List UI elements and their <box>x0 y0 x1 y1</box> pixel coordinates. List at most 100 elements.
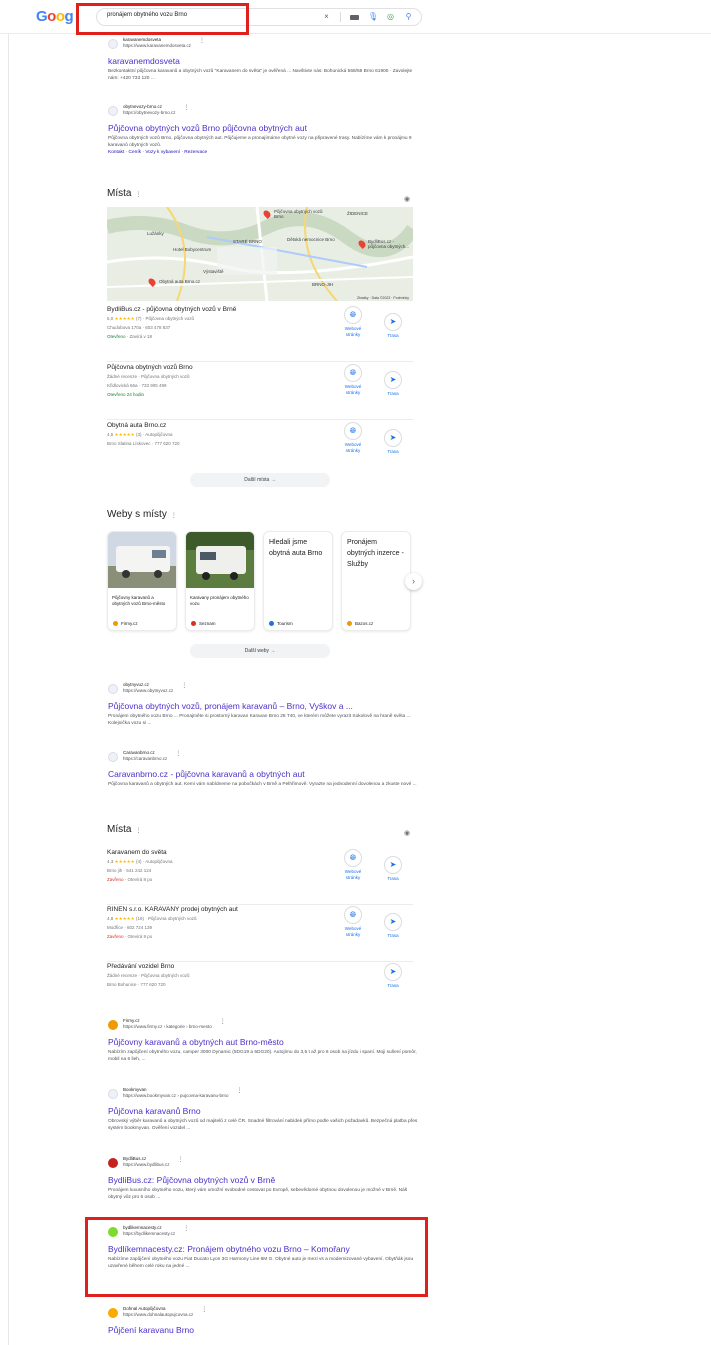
result-title[interactable]: BydliBus.cz: Půjčovna obytných vozů v Br… <box>108 1174 418 1186</box>
lens-icon[interactable]: ◎ <box>386 11 395 23</box>
result-url: https://www.bookmyvan.cz › pujcovna-kara… <box>123 1092 229 1098</box>
visibility-icon[interactable]: ◉ <box>404 195 410 203</box>
place-meta: 5,0 ★★★★★ (7) · Půjčovna obytných vozů <box>107 316 194 321</box>
search-result: Caravanbrno.cz https://caravanbrno.cz ⋮ C… <box>108 750 418 788</box>
local-result[interactable]: Půjčovna obytných vozů Brno Žádné recenz… <box>107 364 413 420</box>
result-source[interactable]: Bookmyvan https://www.bookmyvan.cz › pujc… <box>108 1087 418 1103</box>
place-meta: 4,3 ★★★★★ (4) · Autopůjčovna <box>107 859 173 864</box>
result-title[interactable]: Půjčovna obytných vozů, pronájem karavan… <box>108 700 418 712</box>
result-source[interactable]: BydliBus.cz https://www.bydlibus.cz ⋮ <box>108 1156 418 1172</box>
result-source[interactable]: Caravanbrno.cz https://caravanbrno.cz ⋮ <box>108 750 418 766</box>
place-hours: Otevřeno · Zavírá v 18 <box>107 334 152 339</box>
result-url: https://caravanbrno.cz <box>123 755 168 761</box>
more-options-icon[interactable]: ⋮ <box>199 37 205 44</box>
more-options-icon[interactable]: ⋮ <box>201 1306 207 1313</box>
website-button[interactable]: 🌐︎ Webové stránky <box>340 422 366 454</box>
favicon-icon <box>108 752 118 762</box>
review-count: (4) <box>135 859 142 864</box>
more-places-button[interactable]: Další místa → <box>190 473 330 487</box>
more-options-icon[interactable]: ⋮ <box>181 682 187 689</box>
web-card[interactable]: Karavany pronájem obytného vozu Seznam <box>185 531 255 631</box>
more-options-icon[interactable]: ⋮ <box>237 1087 243 1094</box>
camper-image <box>108 532 176 588</box>
hours-text: · Zavírá v 18 <box>125 334 153 339</box>
place-name[interactable]: BydliBus.cz - půjčovna obytných vozů v B… <box>107 306 236 313</box>
google-logo[interactable]: Goog <box>36 8 74 25</box>
place-name[interactable]: RINEN s.r.o. KARAVANY prodej obytných au… <box>107 906 238 913</box>
directions-button[interactable]: ➤ Trasa <box>380 429 406 455</box>
more-options-icon[interactable]: ⋮ <box>184 104 190 111</box>
result-snippet: Pronájem luxusního obytného vozu, který … <box>108 1188 408 1200</box>
map-credit[interactable]: Zkratky · Data ©2023 · Podmínky <box>357 296 409 300</box>
visibility-icon[interactable]: ◉ <box>404 829 410 837</box>
logo-letter: o <box>47 8 56 25</box>
place-name[interactable]: Půjčovna obytných vozů Brno <box>107 364 193 371</box>
globe-icon: 🌐︎ <box>344 306 362 324</box>
result-source[interactable]: Firmy.cz https://www.firmy.cz › kategorie… <box>108 1018 418 1034</box>
website-label: Webové stránky <box>344 442 362 453</box>
place-hours: Otevřeno 24 hodin <box>107 392 144 397</box>
places-heading: Místa ⋮ <box>107 188 141 199</box>
search-icon[interactable]: ⚲ <box>404 11 413 23</box>
web-card[interactable]: Hledali jsme obytná auta Brno Tourism <box>263 531 333 631</box>
result-source[interactable]: Dohnal Autopůjčovna https://www.dohnalaut… <box>108 1306 418 1322</box>
logo-letter: G <box>36 8 48 25</box>
local-result[interactable]: RINEN s.r.o. KARAVANY prodej obytných au… <box>107 906 413 962</box>
directions-button[interactable]: ➤ Trasa <box>380 913 406 939</box>
keyboard-icon[interactable] <box>350 14 359 20</box>
webs-heading-text: Weby s místy <box>107 509 167 520</box>
place-name[interactable]: Obytná auta Brno.cz <box>107 422 166 429</box>
local-result[interactable]: Karavanem do světa 4,3 ★★★★★ (4) · Autop… <box>107 849 413 905</box>
chevron-right-icon: › <box>412 576 415 586</box>
card-source: Bazos.cz <box>347 621 373 626</box>
result-title[interactable]: Půjčovna obytných vozů Brno půjčovna oby… <box>108 122 418 134</box>
map-label: BydliBus.cz - půjčovna obytných... <box>368 239 410 249</box>
source-icon <box>191 621 196 626</box>
place-name[interactable]: Předávání vozidel Brno <box>107 963 174 970</box>
directions-button[interactable]: ➤ Trasa <box>380 856 406 882</box>
map-label: Dětská nemocnice Brno <box>287 237 335 242</box>
mic-icon[interactable]: 🎙 <box>368 11 378 23</box>
directions-button[interactable]: ➤ Trasa <box>380 371 406 397</box>
directions-label: Trasa <box>387 983 399 988</box>
more-options-icon[interactable]: ⋮ <box>178 1156 184 1163</box>
more-options-icon[interactable]: ⋮ <box>220 1018 226 1025</box>
result-sitelinks[interactable]: Kontakt · Ceník · Vozy k vybavení · Reze… <box>108 149 418 156</box>
local-result[interactable]: BydliBus.cz - půjčovna obytných vozů v B… <box>107 306 413 362</box>
more-options-icon[interactable]: ⋮ <box>135 192 141 198</box>
place-name[interactable]: Karavanem do světa <box>107 849 167 856</box>
source-icon <box>113 621 118 626</box>
clear-icon[interactable]: × <box>322 11 331 23</box>
result-title[interactable]: Půjčovna karavanů Brno <box>108 1105 418 1117</box>
more-options-icon[interactable]: ⋮ <box>175 750 181 757</box>
directions-button[interactable]: ➤ Trasa <box>380 313 406 339</box>
card-source-label: Seznam <box>199 621 216 626</box>
camper-image <box>186 532 254 588</box>
globe-icon: 🌐︎ <box>344 422 362 440</box>
carousel-next-button[interactable]: › <box>405 573 422 590</box>
directions-button[interactable]: ➤ Trasa <box>380 963 406 989</box>
result-url: https://obytnevozy-brno.cz <box>123 109 176 115</box>
more-webs-button[interactable]: Další weby → <box>190 644 330 658</box>
website-button[interactable]: 🌐︎ Webové stránky <box>340 849 366 881</box>
web-card[interactable]: Pronájem obytných inzerce - Služby Bazos… <box>341 531 411 631</box>
local-result[interactable]: Obytná auta Brno.cz 4,5 ★★★★★ (3) · Auto… <box>107 422 413 478</box>
map[interactable]: Půjčovna obytných vozů Brno BydliBus.cz … <box>107 207 413 301</box>
result-title[interactable]: Caravanbrno.cz - půjčovna karavanů a oby… <box>108 768 418 780</box>
result-source[interactable]: karavanemdosveta https://www.karavanemdos… <box>108 37 418 53</box>
result-title[interactable]: Půjčovny karavanů a obytných aut Brno-mě… <box>108 1036 418 1048</box>
web-card[interactable]: Půjčovny karavanů a obytných vozů Brno-m… <box>107 531 177 631</box>
website-button[interactable]: 🌐︎ Webové stránky <box>340 306 366 338</box>
directions-label: Trasa <box>387 391 399 396</box>
website-button[interactable]: 🌐︎ Webové stránky <box>340 906 366 938</box>
website-button[interactable]: 🌐︎ Webové stránky <box>340 364 366 396</box>
local-result[interactable]: Předávání vozidel Brno Žádné recenze · P… <box>107 963 413 1019</box>
result-source[interactable]: obytnyvuz.cz https://www.obytnyvuz.cz ⋮ <box>108 682 418 698</box>
more-options-icon[interactable]: ⋮ <box>135 828 141 834</box>
result-title[interactable]: Půjčení karavanu Brno <box>108 1324 418 1336</box>
more-options-icon[interactable]: ⋮ <box>171 513 177 519</box>
result-title[interactable]: karavanemdosveta <box>108 55 418 67</box>
result-source[interactable]: obytnevozy-brno.cz https://obytnevozy-brn… <box>108 104 418 120</box>
place-address: Brno jih · 541 242 124 <box>107 868 152 873</box>
card-source: Firmy.cz <box>113 621 138 626</box>
